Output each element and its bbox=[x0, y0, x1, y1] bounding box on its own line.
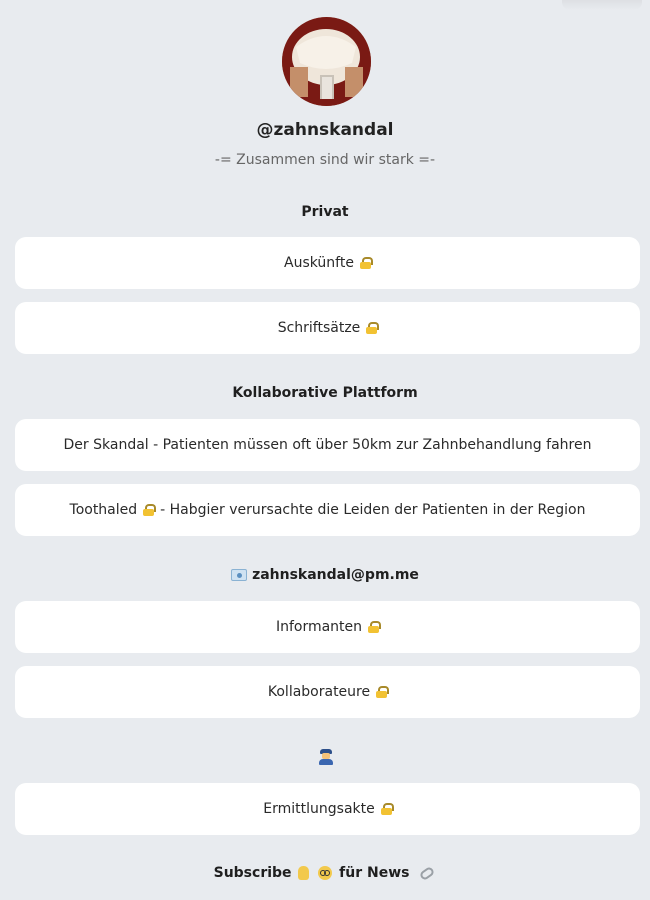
link-ermittlungsakte-button[interactable]: Ermittlungsakte bbox=[15, 783, 640, 835]
link-kollaborateure-button[interactable]: Kollaborateure bbox=[15, 666, 640, 718]
link-auskuenfte-button[interactable]: Auskünfte bbox=[15, 237, 640, 289]
subscribe-prefix: Subscribe bbox=[213, 865, 292, 881]
profile-handle: @zahnskandal bbox=[256, 120, 394, 140]
section-heading-subscribe: Subscribe für News bbox=[0, 865, 650, 881]
link-label: Informanten bbox=[275, 619, 363, 635]
link-label: Kollaborateure bbox=[267, 684, 371, 700]
link-informanten-button[interactable]: Informanten bbox=[15, 601, 640, 653]
lock-icon bbox=[380, 803, 394, 815]
link-label-suffix: - Habgier verursachte die Leiden der Pat… bbox=[160, 502, 586, 518]
profile-page: @zahnskandal -= Zusammen sind wir stark … bbox=[0, 0, 650, 900]
lock-icon bbox=[359, 257, 373, 269]
profile-bio: -= Zusammen sind wir stark =- bbox=[214, 152, 436, 168]
link-label: Ermittlungsakte bbox=[263, 801, 375, 817]
lock-icon bbox=[376, 686, 390, 698]
section-heading-email: zahnskandal@pm.me bbox=[0, 567, 650, 583]
link-label: Auskünfte bbox=[284, 255, 354, 271]
email-address: zahnskandal@pm.me bbox=[252, 567, 419, 583]
link-label-prefix: Toothaled bbox=[69, 502, 138, 518]
nerd-face-icon bbox=[318, 866, 333, 880]
police-officer-icon bbox=[318, 749, 334, 765]
link-skandal-button[interactable]: Der Skandal - Patienten müssen oft über … bbox=[15, 419, 640, 471]
pointing-up-icon bbox=[298, 866, 310, 880]
paperclip-icon bbox=[419, 865, 436, 881]
lock-icon bbox=[368, 621, 382, 633]
subscribe-suffix: für News bbox=[339, 865, 410, 881]
top-edge-shadow bbox=[562, 0, 642, 10]
lock-icon bbox=[366, 322, 380, 334]
tooth-image bbox=[282, 17, 371, 106]
section-heading-privat: Privat bbox=[301, 204, 349, 220]
link-toothaled-button[interactable]: Toothaled - Habgier verursachte die Leid… bbox=[15, 484, 640, 536]
link-label: Der Skandal - Patienten müssen oft über … bbox=[63, 437, 592, 453]
section-heading-kollaborative-plattform: Kollaborative Plattform bbox=[232, 385, 418, 401]
mail-icon bbox=[231, 569, 248, 581]
link-label: Schriftsätze bbox=[277, 320, 361, 336]
link-schriftsaetze-button[interactable]: Schriftsätze bbox=[15, 302, 640, 354]
avatar bbox=[282, 17, 371, 106]
lock-icon bbox=[143, 504, 157, 516]
